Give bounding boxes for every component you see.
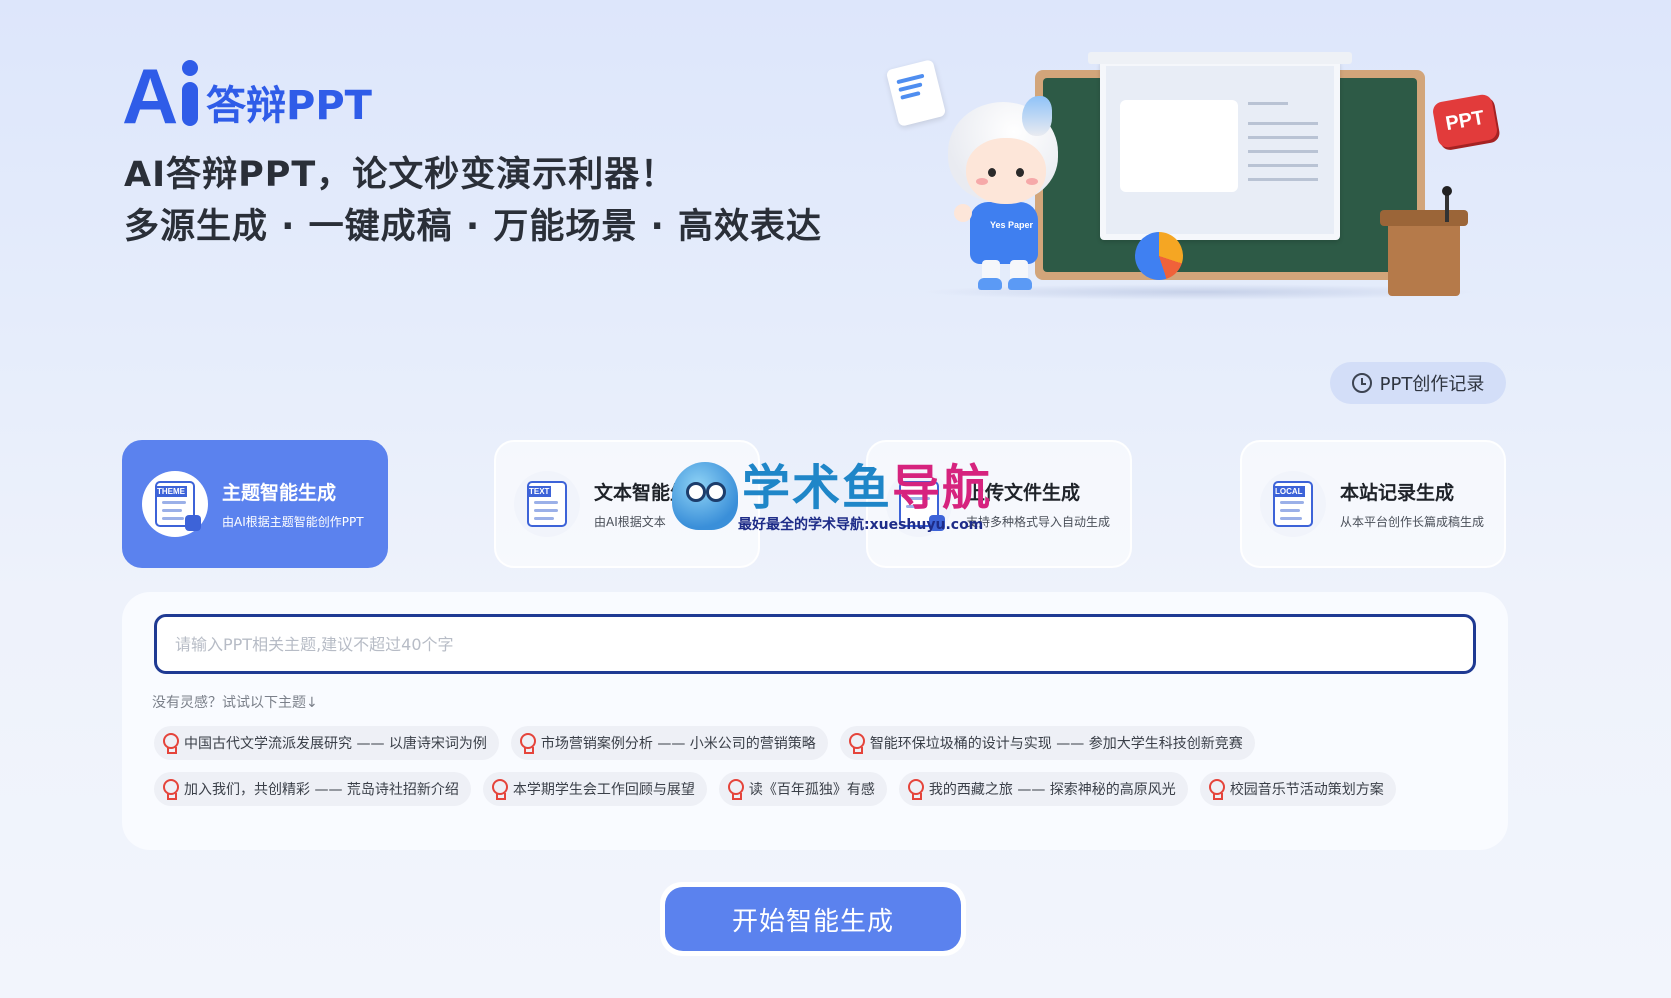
lightbulb-icon bbox=[519, 733, 536, 754]
mode-card-theme[interactable]: THEME 主题智能生成 由AI根据主题智能创作PPT bbox=[122, 440, 388, 568]
brand-name: 答辩PPT bbox=[206, 83, 372, 129]
ppt-history-button[interactable]: PPT创作记录 bbox=[1330, 362, 1506, 404]
brand-logo: A 答辩PPT bbox=[122, 52, 372, 140]
text-doc-icon: TEXT bbox=[514, 471, 580, 537]
ai-logo-mark: A bbox=[122, 52, 200, 140]
hero-illustration: PPT Yes Paper bbox=[880, 52, 1520, 312]
document-chart-icon bbox=[885, 59, 947, 127]
mode-title: 主题智能生成 bbox=[222, 482, 337, 504]
lightbulb-icon bbox=[162, 733, 179, 754]
lightbulb-icon bbox=[491, 779, 508, 800]
mode-desc: 由AI根据文本 bbox=[594, 515, 666, 529]
hero-subtitle: 多源生成 · 一键成稿 · 万能场景 · 高效表达 bbox=[124, 207, 822, 247]
mode-card-local[interactable]: LOCAL 本站记录生成 从本平台创作长篇成稿生成 bbox=[1240, 440, 1506, 568]
generate-button-wrap: 开始智能生成 bbox=[660, 882, 966, 956]
suggestion-chip[interactable]: 加入我们，共创精彩 —— 荒岛诗社招新介绍 bbox=[154, 772, 471, 806]
mode-desc: 由AI根据主题智能创作PPT bbox=[222, 515, 364, 529]
lightbulb-icon bbox=[162, 779, 179, 800]
mode-title: 本站记录生成 bbox=[1340, 482, 1455, 504]
local-monitor-icon: LOCAL bbox=[1260, 471, 1326, 537]
logo-bar bbox=[182, 82, 198, 126]
ppt-badge-icon: PPT bbox=[1431, 93, 1499, 149]
mascot-character: Yes Paper bbox=[940, 96, 1070, 292]
logo-dot bbox=[182, 60, 198, 76]
projector-screen bbox=[1088, 52, 1352, 240]
theme-doc-icon: THEME bbox=[142, 471, 208, 537]
suggestion-chip[interactable]: 智能环保垃圾桶的设计与实现 —— 参加大学生科技创新竞赛 bbox=[839, 726, 1255, 760]
topic-input[interactable] bbox=[154, 614, 1476, 674]
lightbulb-icon bbox=[1208, 779, 1225, 800]
mode-title: 上传文件生成 bbox=[966, 482, 1081, 504]
lightbulb-icon bbox=[907, 779, 924, 800]
generate-button[interactable]: 开始智能生成 bbox=[665, 887, 961, 951]
lightbulb-icon bbox=[848, 733, 865, 754]
suggestion-chip[interactable]: 本学期学生会工作回顾与展望 bbox=[482, 772, 707, 806]
hero-title: AI答辩PPT，论文秒变演示利器！ bbox=[124, 155, 677, 195]
suggestion-chip[interactable]: 读《百年孤独》有感 bbox=[718, 772, 887, 806]
microphone-icon bbox=[1442, 186, 1452, 222]
clock-icon bbox=[1351, 373, 1372, 393]
suggestion-chip[interactable]: 市场营销案例分析 —— 小米公司的营销策略 bbox=[510, 726, 828, 760]
mode-title: 文本智能生成 bbox=[594, 482, 709, 504]
mode-desc: 从本平台创作长篇成稿生成 bbox=[1340, 515, 1485, 529]
suggestion-hint: 没有灵感？试试以下主题↓ bbox=[152, 695, 318, 711]
suggestion-chip[interactable]: 我的西藏之旅 —— 探索神秘的高原风光 bbox=[898, 772, 1188, 806]
topic-input-panel: 没有灵感？试试以下主题↓ 中国古代文学流派发展研究 —— 以唐诗宋词为例 市场营… bbox=[122, 592, 1508, 850]
suggestion-chips: 中国古代文学流派发展研究 —— 以唐诗宋词为例 市场营销案例分析 —— 小米公司… bbox=[154, 726, 1484, 806]
ppt-history-label: PPT创作记录 bbox=[1379, 374, 1485, 395]
pie-chart-icon bbox=[1135, 232, 1183, 280]
suggestion-chip[interactable]: 中国古代文学流派发展研究 —— 以唐诗宋词为例 bbox=[154, 726, 499, 760]
suggestion-chip[interactable]: 校园音乐节活动策划方案 bbox=[1199, 772, 1396, 806]
mode-card-text[interactable]: TEXT 文本智能生成 由AI根据文本 bbox=[494, 440, 760, 568]
logo-letter-a: A bbox=[122, 52, 178, 140]
upload-icon bbox=[886, 471, 952, 537]
mascot-shirt-text: Yes Paper bbox=[990, 220, 1034, 230]
lightbulb-icon bbox=[727, 779, 744, 800]
mode-desc: 支持多种格式导入自动生成 bbox=[966, 515, 1111, 529]
mode-card-upload[interactable]: 上传文件生成 支持多种格式导入自动生成 bbox=[866, 440, 1132, 568]
podium bbox=[1380, 210, 1468, 296]
